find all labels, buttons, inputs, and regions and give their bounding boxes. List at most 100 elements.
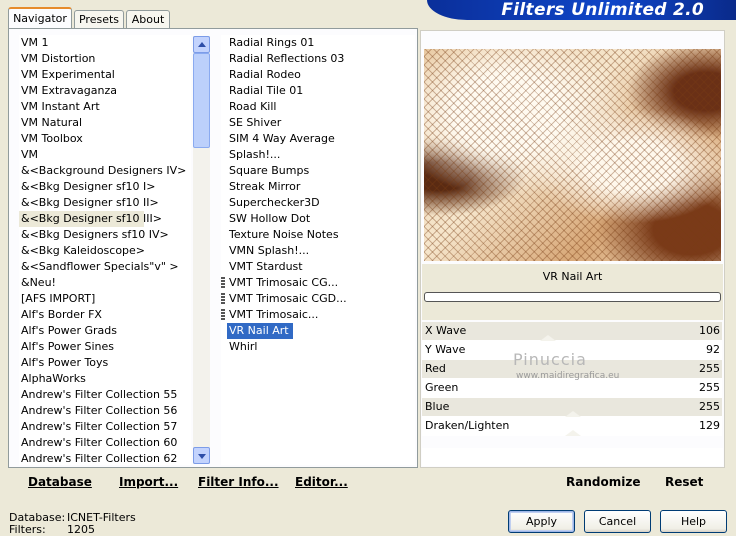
param-label: Red [425, 362, 446, 375]
category-item[interactable]: Alf's Border FX [19, 307, 191, 323]
filter-item-label: Road Kill [229, 100, 277, 113]
filter-item[interactable]: SW Hollow Dot [221, 211, 415, 227]
filter-item[interactable]: VMT Trimosaic CG... [221, 275, 415, 291]
filter-item-label: SIM 4 Way Average [229, 132, 335, 145]
category-item[interactable]: Alf's Power Sines [19, 339, 191, 355]
category-item[interactable]: &<Bkg Kaleidoscope> [19, 243, 191, 259]
filter-list[interactable]: Radial Rings 01 Radial Reflections 03 Radi… [221, 35, 415, 465]
category-item[interactable]: &Neu! [19, 275, 191, 291]
watermark-url: www.maidiregrafica.eu [516, 371, 620, 381]
category-item[interactable]: &<Sandflower Specials"v" > [19, 259, 191, 275]
filter-item[interactable]: VR Nail Art [221, 323, 415, 339]
category-item[interactable]: VM Instant Art [19, 99, 191, 115]
filter-item-label: Radial Rodeo [229, 68, 301, 81]
filter-item[interactable]: VMT Trimosaic... [221, 307, 415, 323]
tab-presets[interactable]: Presets [74, 10, 124, 28]
filter-item-label: SE Shiver [229, 116, 282, 129]
filter-item-label: VR Nail Art [227, 323, 293, 339]
filter-item[interactable]: Streak Mirror [221, 179, 415, 195]
category-item[interactable]: &<Bkg Designer sf10 III> [19, 211, 162, 227]
category-item[interactable]: VM [19, 147, 191, 163]
param-label: Draken/Lighten [425, 419, 510, 432]
param-value: 129 [699, 419, 720, 432]
import-button[interactable]: Import... [119, 475, 178, 489]
filter-item[interactable]: VMN Splash!... [221, 243, 415, 259]
filter-info-button[interactable]: Filter Info... [198, 475, 279, 489]
editor-button[interactable]: Editor... [295, 475, 348, 489]
category-item[interactable]: AlphaWorks [19, 371, 191, 387]
tab-navigator[interactable]: Navigator [8, 7, 72, 29]
reset-button[interactable]: Reset [665, 475, 703, 489]
param-value: 255 [699, 362, 720, 375]
category-scrollbar[interactable] [193, 36, 210, 464]
apply-button[interactable]: Apply [508, 510, 575, 533]
filter-preview-image [424, 49, 721, 261]
category-item[interactable]: &<Bkg Designer sf10 II> [19, 195, 191, 211]
cancel-button[interactable]: Cancel [584, 510, 651, 533]
filter-item[interactable]: Radial Rodeo [221, 67, 415, 83]
category-item[interactable]: Andrew's Filter Collection 56 [19, 403, 191, 419]
arrow-up-icon [198, 42, 206, 47]
param-row[interactable]: X Wave 106 [422, 322, 722, 341]
randomize-button[interactable]: Randomize [566, 475, 640, 489]
filter-item[interactable]: Texture Noise Notes [221, 227, 415, 243]
filter-item[interactable]: Superchecker3D [221, 195, 415, 211]
scroll-down-button[interactable] [193, 447, 210, 464]
filter-item[interactable]: Splash!... [221, 147, 415, 163]
grip-icon [221, 277, 225, 289]
filter-item-label: Radial Rings 01 [229, 36, 315, 49]
help-button[interactable]: Help [660, 510, 727, 533]
category-item[interactable]: Alf's Power Toys [19, 355, 191, 371]
filter-item[interactable]: VMT Trimosaic CGD... [221, 291, 415, 307]
param-label: Green [425, 381, 459, 394]
filter-item[interactable]: Radial Reflections 03 [221, 51, 415, 67]
filter-item[interactable]: Radial Rings 01 [221, 35, 415, 51]
category-item[interactable]: VM Extravaganza [19, 83, 191, 99]
category-item[interactable]: Andrew's Filter Collection 57 [19, 419, 191, 435]
param-row[interactable]: Blue 255 [422, 398, 722, 417]
category-item[interactable]: Andrew's Filter Collection 55 [19, 387, 191, 403]
param-row[interactable]: Green 255 [422, 379, 722, 398]
filter-name-label: VR Nail Art [542, 270, 603, 283]
scroll-thumb[interactable] [193, 53, 210, 148]
category-item[interactable]: Andrew's Filter Collection 62 [19, 451, 191, 465]
filter-item[interactable]: SIM 4 Way Average [221, 131, 415, 147]
filter-item[interactable]: Radial Tile 01 [221, 83, 415, 99]
param-value: 106 [699, 324, 720, 337]
filter-item[interactable]: Road Kill [221, 99, 415, 115]
grip-icon [221, 309, 225, 321]
category-list[interactable]: VM 1 VM Distortion VM Experimental VM Extra… [19, 35, 191, 465]
category-item[interactable]: VM Natural [19, 115, 191, 131]
category-item[interactable]: &<Background Designers IV> [19, 163, 191, 179]
filter-item[interactable]: VMT Stardust [221, 259, 415, 275]
scroll-up-button[interactable] [193, 36, 210, 53]
category-item[interactable]: &<Bkg Designers sf10 IV> [19, 227, 191, 243]
category-item[interactable]: &<Bkg Designer sf10 I> [19, 179, 191, 195]
filter-item[interactable]: SE Shiver [221, 115, 415, 131]
category-item[interactable]: Andrew's Filter Collection 60 [19, 435, 191, 451]
tab-about[interactable]: About [126, 10, 170, 28]
filter-item-label: VMT Stardust [229, 260, 303, 273]
filter-item[interactable]: Square Bumps [221, 163, 415, 179]
category-item[interactable]: [AFS IMPORT] [19, 291, 191, 307]
filter-item-label: Texture Noise Notes [229, 228, 339, 241]
category-item[interactable]: Alf's Power Grads [19, 323, 191, 339]
header-banner: Filters Unlimited 2.0 [427, 0, 736, 20]
status-filters: Filters: 1205 [9, 523, 95, 536]
database-button[interactable]: Database [28, 475, 92, 489]
status-filters-value: 1205 [67, 523, 95, 536]
category-item[interactable]: VM Distortion [19, 51, 191, 67]
progress-bar [424, 292, 721, 302]
param-row[interactable]: Draken/Lighten 129 [422, 417, 722, 436]
param-label: Y Wave [425, 343, 466, 356]
param-blank-row [422, 448, 723, 466]
app-title: Filters Unlimited 2.0 [501, 0, 704, 20]
category-item[interactable]: VM 1 [19, 35, 191, 51]
grip-icon [221, 293, 225, 305]
filter-item-label: Splash!... [229, 148, 281, 161]
category-item[interactable]: VM Experimental [19, 67, 191, 83]
filter-item-label: VMT Trimosaic CGD... [229, 292, 347, 305]
filter-item[interactable]: Whirl [221, 339, 415, 355]
watermark-name: Pinuccia [513, 350, 587, 369]
category-item[interactable]: VM Toolbox [19, 131, 191, 147]
